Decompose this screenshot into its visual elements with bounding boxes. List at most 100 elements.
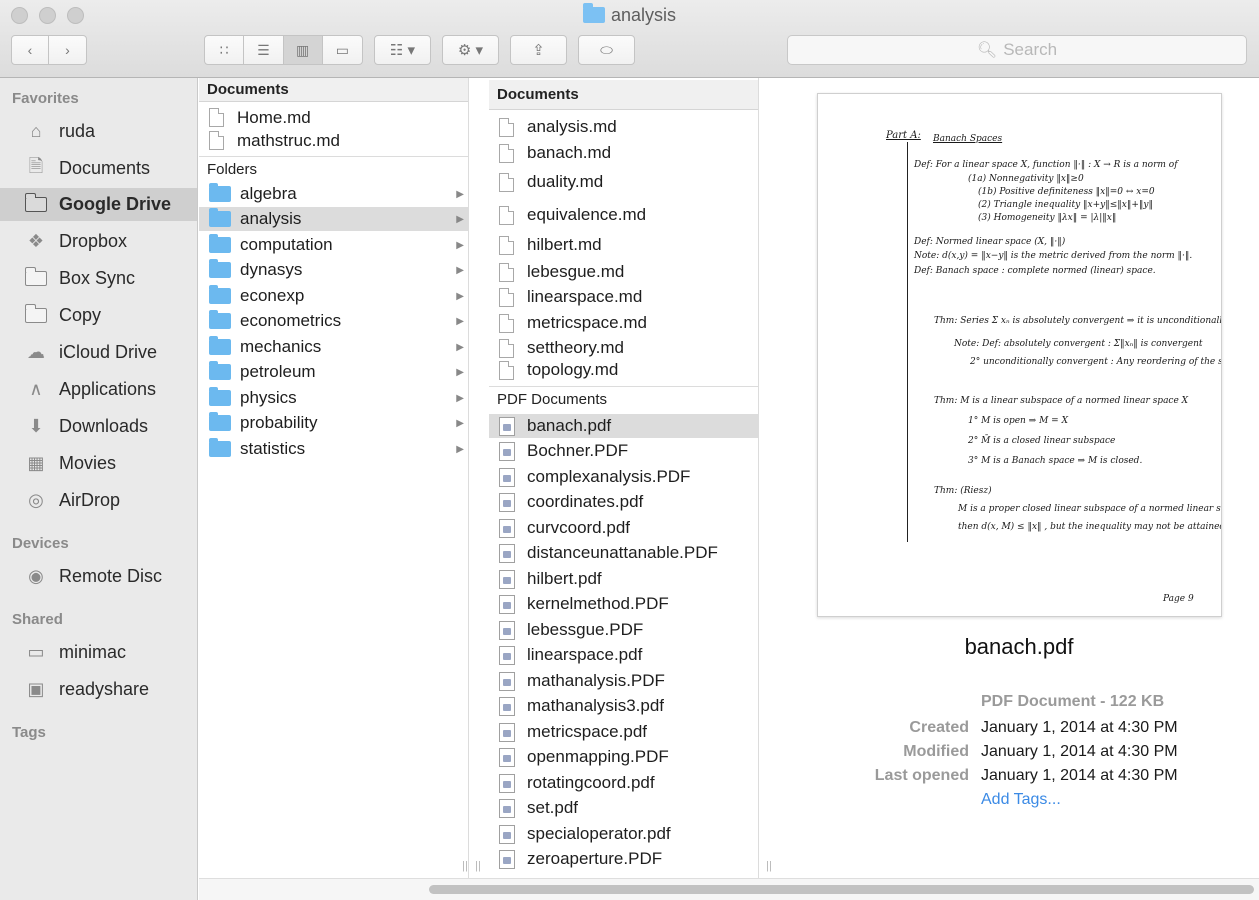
list-item[interactable]: mathanalysis.PDF [489, 669, 758, 693]
list-item[interactable]: hilbert.pdf [489, 567, 758, 591]
list-item[interactable]: metricspace.md [489, 311, 758, 335]
list-item[interactable]: kernelmethod.PDF [489, 592, 758, 616]
list-item[interactable]: zeroaperture.PDF [489, 847, 758, 871]
pdf-icon [499, 518, 515, 538]
display-icon: ▣ [27, 679, 45, 699]
sidebar-item-dropbox[interactable]: ❖ Dropbox [0, 225, 197, 258]
share-button[interactable]: ⇪ [510, 35, 567, 65]
view-mode-control: ∷ ☰ ▥ ▭ [204, 35, 363, 65]
column-resize-handle[interactable]: || [461, 860, 468, 872]
sidebar-item-minimac[interactable]: ▭ minimac [0, 636, 197, 669]
sidebar-item-label: Dropbox [59, 231, 128, 251]
list-item[interactable]: specialoperator.pdf [489, 822, 758, 846]
disc-icon: ◉ [28, 566, 44, 586]
list-item[interactable]: equivalence.md [489, 203, 758, 227]
sidebar-item-remote-disc[interactable]: ◉ Remote Disc [0, 560, 197, 593]
cover-flow-button[interactable]: ▭ [323, 36, 362, 64]
list-item[interactable]: duality.md [489, 170, 758, 194]
list-item[interactable]: metricspace.pdf [489, 720, 758, 744]
file-name: analysis.md [527, 117, 617, 136]
arrange-button[interactable]: ☷ ▾ [374, 35, 431, 65]
scrollbar-thumb[interactable] [429, 885, 1254, 894]
document-icon [499, 117, 514, 137]
list-item[interactable]: set.pdf [489, 796, 758, 820]
sidebar-item-copy[interactable]: Copy [0, 299, 197, 332]
list-item[interactable]: openmapping.PDF [489, 745, 758, 769]
downloads-icon: ⬇︎ [28, 416, 44, 436]
tag-button[interactable]: ⬭ [578, 35, 635, 65]
list-item-selected[interactable]: banach.pdf [489, 414, 758, 438]
list-item[interactable]: linearspace.pdf [489, 643, 758, 667]
list-item[interactable]: physics ▶ [199, 386, 468, 410]
page-line: Thm: Series Σ xₙ is absolutely convergen… [934, 316, 1222, 326]
favorites-heading: Favorites [12, 90, 79, 107]
sidebar-item-google-drive[interactable]: Google Drive [0, 188, 197, 221]
list-view-button[interactable]: ☰ [244, 36, 284, 64]
back-button[interactable]: ‹ [12, 36, 50, 64]
document-icon [499, 143, 514, 163]
add-tags-link[interactable]: Add Tags... [981, 791, 1061, 809]
sidebar-item-label: iCloud Drive [59, 342, 158, 362]
sidebar-item-downloads[interactable]: ⬇︎ Downloads [0, 410, 197, 443]
list-item[interactable]: Home.md [199, 106, 468, 129]
folder-name: econometrics [240, 311, 342, 330]
action-button[interactable]: ⚙ ▾ [442, 35, 499, 65]
sidebar-item-label: AirDrop [59, 490, 121, 510]
page-line: 1° M is open ⇒ M = X [968, 416, 1068, 426]
document-icon [499, 360, 514, 380]
sidebar-item-documents[interactable]: 🗎︎ Documents [0, 152, 197, 185]
list-item[interactable]: rotatingcoord.pdf [489, 771, 758, 795]
folder-icon [209, 208, 231, 227]
list-item[interactable]: linearspace.md [489, 285, 758, 309]
horizontal-scrollbar[interactable] [199, 878, 1259, 900]
list-item[interactable]: settheory.md [489, 336, 758, 360]
sidebar-item-box-sync[interactable]: Box Sync [0, 262, 197, 295]
column-view-button[interactable]: ▥ [283, 36, 323, 64]
pdf-icon [499, 441, 515, 461]
list-item[interactable]: lebesgue.md [489, 260, 758, 284]
list-item[interactable]: Bochner.PDF [489, 439, 758, 463]
document-icon [499, 287, 514, 307]
list-item[interactable]: statistics ▶ [199, 437, 468, 461]
share-icon: ⇪ [532, 42, 545, 59]
forward-button[interactable]: › [49, 36, 86, 64]
icon-view-button[interactable]: ∷ [205, 36, 245, 64]
list-item[interactable]: algebra ▶ [199, 182, 468, 206]
list-item[interactable]: analysis.md [489, 115, 758, 139]
list-item[interactable]: hilbert.md [489, 233, 758, 257]
list-item[interactable]: mechanics ▶ [199, 335, 468, 359]
list-item[interactable]: curvcoord.pdf [489, 516, 758, 540]
page-line: Def: Banach space : complete normed (lin… [914, 266, 1156, 276]
list-item[interactable]: coordinates.pdf [489, 490, 758, 514]
page-line: Note: Def: absolutely convergent : Σ‖xₙ‖… [954, 339, 1203, 349]
pdf-thumbnail[interactable]: Part A: Banach Spaces Def: For a linear … [817, 93, 1222, 617]
list-item[interactable]: econexp ▶ [199, 284, 468, 308]
list-item[interactable]: topology.md [489, 360, 758, 380]
folder-name: analysis [240, 209, 302, 228]
list-item[interactable]: banach.md [489, 141, 758, 165]
search-field[interactable]: 🔍︎ Search [787, 35, 1247, 65]
list-item[interactable]: mathanalysis3.pdf [489, 694, 758, 718]
list-item[interactable]: distanceunattanable.PDF [489, 541, 758, 565]
file-name: openmapping.PDF [527, 747, 669, 766]
sidebar-item-applications[interactable]: ∧ Applications [0, 373, 197, 406]
list-item[interactable]: econometrics ▶ [199, 309, 468, 333]
toolbar: analysis ‹ › ∷ ☰ ▥ ▭ ☷ ▾ ⚙ ▾ ⇪ ⬭ 🔍︎ Sear… [0, 0, 1259, 78]
list-item[interactable]: computation ▶ [199, 233, 468, 257]
sidebar-item-airdrop[interactable]: ◎ AirDrop [0, 484, 197, 517]
pdf-documents-heading: PDF Documents [497, 391, 608, 408]
list-item[interactable]: mathstruc.md [199, 129, 468, 152]
list-item[interactable]: petroleum ▶ [199, 360, 468, 384]
sidebar-item-icloud-drive[interactable]: ☁︎ iCloud Drive [0, 336, 197, 369]
disclosure-arrow-icon: ▶ [456, 443, 464, 455]
list-item[interactable]: probability ▶ [199, 411, 468, 435]
list-item[interactable]: dynasys ▶ [199, 258, 468, 282]
sidebar-item-ruda[interactable]: ⌂ ruda [0, 115, 197, 148]
sidebar-item-movies[interactable]: ▦ Movies [0, 447, 197, 480]
list-item[interactable]: complexanalysis.PDF [489, 465, 758, 489]
file-name: mathstruc.md [237, 130, 340, 150]
sidebar-item-readyshare[interactable]: ▣ readyshare [0, 673, 197, 706]
list-item-selected[interactable]: analysis ▶ [199, 207, 468, 231]
list-item[interactable]: lebessgue.PDF [489, 618, 758, 642]
file-name: lebessgue.PDF [527, 620, 644, 639]
